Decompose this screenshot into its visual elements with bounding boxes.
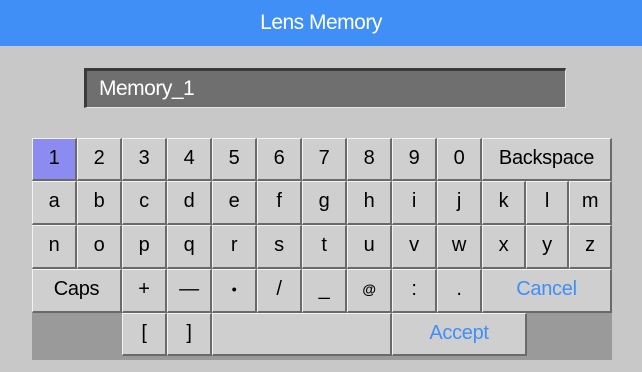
key-4[interactable]: 4 (167, 138, 212, 181)
key-g[interactable]: g (302, 181, 347, 225)
key-l[interactable]: l (526, 181, 569, 225)
on-screen-keyboard: 1 2 3 4 5 6 7 8 9 0 Backspace a b c d e … (32, 138, 612, 360)
key-u[interactable]: u (347, 225, 392, 269)
key-2[interactable]: 2 (77, 138, 122, 181)
key-w[interactable]: w (437, 225, 482, 269)
cancel-button[interactable]: Cancel (482, 269, 612, 313)
key-6[interactable]: 6 (257, 138, 302, 181)
key-v[interactable]: v (392, 225, 437, 269)
key-p[interactable]: p (122, 225, 167, 269)
key-e[interactable]: e (212, 181, 257, 225)
accept-button[interactable]: Accept (392, 313, 527, 356)
key-q[interactable]: q (167, 225, 212, 269)
key-8[interactable]: 8 (347, 138, 392, 181)
space-key[interactable] (212, 313, 392, 356)
key-a[interactable]: a (32, 181, 77, 225)
key-i[interactable]: i (392, 181, 437, 225)
key-c[interactable]: c (122, 181, 167, 225)
name-input[interactable]: Memory_1 (84, 68, 566, 108)
key-d[interactable]: d (167, 181, 212, 225)
key-t[interactable]: t (302, 225, 347, 269)
key-period[interactable]: . (437, 269, 482, 313)
key-b[interactable]: b (77, 181, 122, 225)
backspace-key[interactable]: Backspace (482, 138, 612, 181)
key-open-bracket[interactable]: [ (122, 313, 167, 356)
key-7[interactable]: 7 (302, 138, 347, 181)
key-h[interactable]: h (347, 181, 392, 225)
key-z[interactable]: z (569, 225, 612, 269)
key-3[interactable]: 3 (122, 138, 167, 181)
key-f[interactable]: f (257, 181, 302, 225)
key-colon[interactable]: : (392, 269, 437, 313)
window-title: Lens Memory (0, 0, 642, 46)
key-j[interactable]: j (437, 181, 482, 225)
key-9[interactable]: 9 (392, 138, 437, 181)
caps-key[interactable]: Caps (32, 269, 122, 313)
key-underscore[interactable]: _ (302, 269, 347, 313)
key-n[interactable]: n (32, 225, 77, 269)
key-m[interactable]: m (569, 181, 612, 225)
key-1[interactable]: 1 (32, 138, 77, 181)
key-5[interactable]: 5 (212, 138, 257, 181)
key-r[interactable]: r (212, 225, 257, 269)
key-slash[interactable]: / (257, 269, 302, 313)
key-plus[interactable]: + (122, 269, 167, 313)
key-y[interactable]: y (526, 225, 569, 269)
key-k[interactable]: k (482, 181, 526, 225)
key-s[interactable]: s (257, 225, 302, 269)
key-close-bracket[interactable]: ] (167, 313, 212, 356)
key-asterisk[interactable]: • (212, 269, 257, 313)
key-o[interactable]: o (77, 225, 122, 269)
key-dash[interactable]: — (167, 269, 212, 313)
key-x[interactable]: x (482, 225, 526, 269)
key-0[interactable]: 0 (437, 138, 482, 181)
key-at[interactable]: @ (347, 269, 392, 313)
